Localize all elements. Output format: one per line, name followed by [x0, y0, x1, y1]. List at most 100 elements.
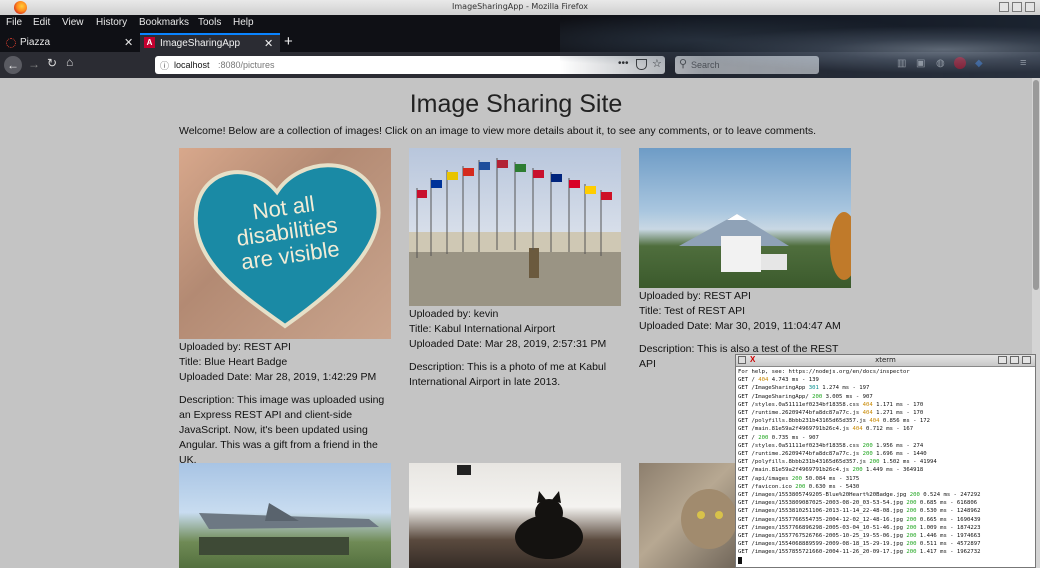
menu-hamburger-icon[interactable]: ≡: [1020, 57, 1026, 69]
tab-piazza[interactable]: Piazza ✕: [0, 33, 140, 52]
xterm-maximize-button[interactable]: [1010, 356, 1019, 364]
library-icon[interactable]: ▥: [897, 58, 906, 69]
image-card[interactable]: [409, 463, 621, 568]
terminal-line: GET /runtime.26209474bfa8dc87a77c.js 404…: [738, 410, 924, 417]
http-status-code: 200: [906, 500, 917, 507]
http-status-code: 200: [869, 459, 880, 466]
military-group-photo-image[interactable]: [179, 463, 391, 568]
http-status-code: 200: [791, 475, 802, 482]
image-card[interactable]: Uploaded by: REST API Title: Test of RES…: [639, 148, 851, 372]
card-description: Description: This image was uploaded usi…: [179, 394, 385, 466]
page-title: Image Sharing Site: [409, 90, 623, 118]
xterm-titlebar: X xterm: [736, 355, 1035, 367]
url-bar[interactable]: ⓘ localhost :8080/pictures ••• ☆: [155, 56, 665, 74]
menu-bar: File Edit View History Bookmarks Tools H…: [0, 15, 1040, 32]
http-status-code: 200: [906, 533, 917, 540]
http-status-code: 200: [906, 541, 917, 548]
menu-help[interactable]: Help: [233, 17, 254, 28]
menu-edit[interactable]: Edit: [33, 17, 50, 28]
extension-icon[interactable]: ◍: [936, 58, 945, 69]
terminal-line: GET /images/1557767526766-2005-10-25_19-…: [738, 533, 981, 540]
minimize-button[interactable]: [999, 2, 1009, 12]
black-cat-image[interactable]: [409, 463, 621, 568]
search-icon: ⚲: [679, 58, 688, 70]
image-card[interactable]: [179, 463, 391, 568]
angular-favicon-icon: A: [144, 37, 155, 48]
terminal-line: GET /main.81e59a2f4969791b26c4.js 200 1.…: [738, 467, 924, 474]
home-icon[interactable]: ⌂: [66, 55, 73, 69]
xterm-window[interactable]: X xterm For help, see: https://nodejs.or…: [735, 354, 1036, 568]
navigation-toolbar: ← → ↻ ⌂ ⓘ localhost :8080/pictures ••• ☆…: [0, 52, 1040, 78]
piazza-favicon-icon: [6, 38, 16, 48]
flags-graphic: [409, 158, 621, 306]
sidebar-icon[interactable]: ▣: [916, 58, 925, 69]
tabby-cat-image[interactable]: [639, 463, 739, 568]
menu-bookmarks[interactable]: Bookmarks: [139, 17, 189, 28]
window-titlebar: ImageSharingApp - Mozilla Firefox: [0, 0, 1040, 16]
mountain-graphic: [679, 212, 851, 280]
http-status-code: 404: [862, 410, 873, 417]
site-info-icon[interactable]: ⓘ: [160, 59, 169, 72]
maximize-button[interactable]: [1012, 2, 1022, 12]
terminal-line: GET /images/1557855721660-2004-11-26_20-…: [738, 549, 981, 556]
image-card[interactable]: Not all disabilities are visible Uploade…: [179, 148, 391, 468]
menu-file[interactable]: File: [6, 17, 22, 28]
tabby-graphic: [681, 489, 737, 549]
http-status-code: 200: [906, 524, 917, 531]
card-date: Uploaded Date: Mar 28, 2019, 1:42:29 PM: [179, 371, 377, 383]
close-window-button[interactable]: [1025, 2, 1035, 12]
image-card[interactable]: Uploaded by: kevin Title: Kabul Internat…: [409, 148, 621, 390]
http-status-code: 200: [909, 492, 920, 499]
terminal-line: GET /polyfills.8bbb231b43165d65d357.js 2…: [738, 459, 937, 466]
http-status-code: 200: [862, 451, 873, 458]
menu-history[interactable]: History: [96, 17, 127, 28]
new-tab-icon[interactable]: +: [284, 33, 293, 50]
terminal-line: For help, see: https://nodejs.org/en/doc…: [738, 369, 910, 375]
addon-icon[interactable]: ◆: [975, 58, 983, 69]
terminal-line: GET /polyfills.8bbb231b43165d65d357.js 4…: [738, 418, 930, 425]
http-status-code: 404: [862, 401, 873, 408]
menu-view[interactable]: View: [62, 17, 84, 28]
card-title: Title: Blue Heart Badge: [179, 356, 288, 368]
http-status-code: 200: [862, 442, 873, 449]
terminal-line: GET /runtime.26209474bfa8dc87a77c.js 200…: [738, 451, 927, 458]
tab-close-icon[interactable]: ✕: [264, 37, 273, 50]
search-box[interactable]: ⚲: [675, 56, 819, 74]
welcome-text: Welcome! Below are a collection of image…: [179, 125, 817, 137]
blue-heart-badge-image[interactable]: Not all disabilities are visible: [179, 148, 391, 339]
http-status-code: 301: [808, 385, 819, 392]
back-icon[interactable]: ←: [4, 56, 22, 74]
terminal-line: GET /api/images 200 50.084 ms - 3175: [738, 475, 860, 482]
terminal-line: GET /images/1557766896298-2005-03-04_10-…: [738, 524, 981, 531]
tab-imagesharingapp[interactable]: A ImageSharingApp ✕: [140, 33, 280, 52]
card-date: Uploaded Date: Mar 30, 2019, 11:04:47 AM: [639, 320, 841, 332]
terminal-line: GET /images/1553810251106-2013-11-14_22-…: [738, 508, 981, 515]
http-status-code: 200: [906, 508, 917, 515]
card-uploader: Uploaded by: REST API: [179, 341, 291, 353]
kabul-airport-image[interactable]: [409, 148, 621, 306]
terminal-line: GET /main.81e59a2f4969791b26c4.js 404 0.…: [738, 426, 914, 433]
ublock-icon[interactable]: [954, 57, 966, 69]
terminal-line: GET /styles.0a51111ef0234bf18358.css 404…: [738, 401, 924, 408]
menu-tools[interactable]: Tools: [198, 17, 221, 28]
terminal-line: GET /images/1554068889599-2009-08-18_15-…: [738, 541, 981, 548]
page-actions-icon[interactable]: •••: [618, 58, 629, 69]
tab-close-icon[interactable]: ✕: [124, 36, 133, 49]
xterm-title: xterm: [875, 356, 896, 364]
http-status-code: 200: [795, 483, 806, 490]
xterm-close-button[interactable]: [1022, 356, 1031, 364]
scrollbar-thumb[interactable]: [1033, 80, 1039, 290]
card-description: Description: This is a photo of me at Ka…: [409, 361, 607, 388]
xterm-minimize-button[interactable]: [998, 356, 1007, 364]
terminal-output[interactable]: For help, see: https://nodejs.org/en/doc…: [738, 368, 1034, 567]
http-status-code: 200: [852, 467, 863, 474]
mountain-hotel-image[interactable]: [639, 148, 851, 288]
bookmark-star-icon[interactable]: ☆: [652, 57, 662, 70]
pocket-icon[interactable]: [636, 59, 647, 70]
http-status-code: 200: [906, 549, 917, 556]
reload-icon[interactable]: ↻: [47, 56, 57, 70]
terminal-line: GET / 404 4.743 ms - 139: [738, 377, 819, 384]
search-input[interactable]: [691, 58, 811, 71]
forward-icon[interactable]: →: [28, 57, 40, 71]
url-host: localhost: [174, 60, 210, 70]
